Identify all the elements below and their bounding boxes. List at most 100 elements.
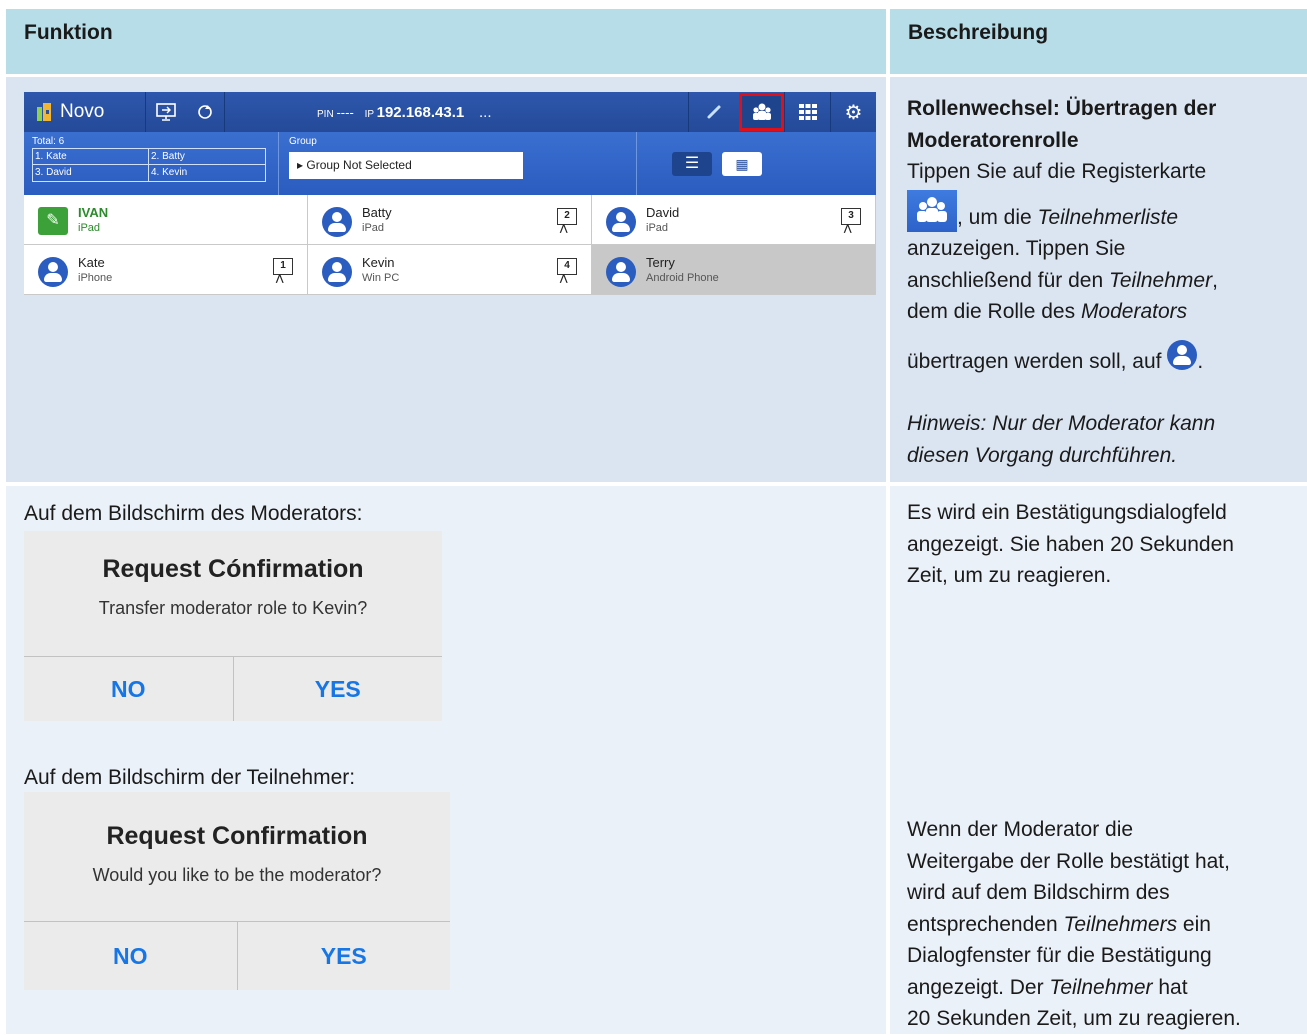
participant-device: Win PC [362, 272, 400, 284]
participant-name: Kevin [362, 255, 395, 270]
dialog-title: Request Confirmation [106, 822, 368, 850]
row1-text: dem die Rolle des [907, 300, 1081, 323]
column-header-function-label: Funktion [24, 21, 113, 44]
description-italic: Teilnehmers [1063, 912, 1178, 936]
participant-tile[interactable]: David iPad 3 [592, 195, 876, 245]
gear-icon[interactable]: ⚙ [831, 100, 876, 125]
participant-device: iPhone [78, 272, 113, 284]
dialog-title: Request Cónfirmation [102, 555, 364, 583]
session-panel: Total: 6 1. Kate 2. Batty 3. David 4. Ke… [24, 132, 876, 195]
avatar-icon[interactable] [322, 207, 352, 237]
roster-entry: 1. Kate [35, 151, 67, 162]
avatar-icon[interactable] [38, 257, 68, 287]
refresh-icon[interactable] [186, 103, 224, 121]
participant-device: iPad [362, 222, 385, 234]
projector-slot-icon[interactable]: 1 [273, 258, 293, 283]
row1-text-line: , um die Teilnehmerliste [907, 189, 1302, 234]
avatar-icon[interactable] [606, 207, 636, 237]
row1-italic: Teilnehmerliste [1037, 205, 1179, 229]
ip-value: 192.168.43.1 [376, 103, 465, 121]
participant-tile[interactable]: Kate iPhone 1 [24, 245, 308, 295]
pin-value: ---- [336, 104, 354, 120]
group-select-value: Group Not Selected [306, 158, 412, 172]
yes-button[interactable]: YES [236, 922, 451, 990]
participant-name: Kate [78, 255, 105, 270]
description-line: angezeigt. Der Teilnehmer hat [907, 972, 1305, 1004]
group-select[interactable]: ▸ Group Not Selected [289, 152, 523, 179]
participant-tile[interactable]: Batty iPad 2 [308, 195, 592, 245]
participants-tab-icon [907, 189, 957, 232]
moderator-description: Es wird ein Bestätigungsdialogfeld angez… [907, 497, 1302, 592]
roster-entry: 4. Kevin [151, 167, 188, 178]
moderator-confirm-dialog: Request Cónfirmation Transfer moderator … [24, 531, 442, 721]
description-line: Zeit, um zu reagieren. [907, 564, 1112, 587]
more-indicator[interactable]: ... [479, 104, 492, 121]
participant-device: iPad [646, 222, 669, 234]
no-button[interactable]: NO [24, 922, 237, 990]
link-icon[interactable] [689, 103, 739, 121]
projector-slot-icon[interactable]: 3 [841, 208, 861, 233]
description-text: entsprechenden [907, 912, 1064, 936]
participants-tab-icon[interactable] [739, 93, 784, 131]
grid-view-button[interactable]: ▦ [722, 152, 762, 176]
column-header-description: Beschreibung [890, 9, 1307, 74]
participant-tile[interactable]: ✎ IVAN iPad [24, 195, 308, 245]
column-header-description-label: Beschreibung [908, 21, 1049, 44]
grid-icon[interactable] [785, 104, 830, 120]
screen-share-icon[interactable] [146, 102, 186, 122]
participant-device: iPad [78, 222, 101, 234]
description-line: angezeigt. Sie haben 20 Sekunden [907, 532, 1234, 556]
roster-entry: 3. David [35, 167, 72, 178]
row1-note-line: diesen Vorgang durchführen. [907, 443, 1178, 467]
avatar-icon[interactable] [322, 257, 352, 287]
row1-text-line: übertragen werden soll, auf . [907, 339, 1302, 378]
row1-text: , [1212, 268, 1218, 292]
row1-note-line: Hinweis: Nur der Moderator kann [907, 412, 1216, 435]
participant-tile[interactable]: Kevin Win PC 4 [308, 245, 592, 295]
participant-name: Batty [362, 205, 392, 220]
participant-name: IVAN [78, 205, 109, 220]
participant-device: Android Phone [646, 272, 719, 284]
presenter-icon: ✎ [38, 207, 68, 235]
description-line: entsprechenden Teilnehmers ein [907, 909, 1305, 941]
novo-toolbar: Novo PIN ---- IP 192.168.43.1 ... ⚙ [24, 92, 876, 132]
column-header-function: Funktion [6, 9, 886, 74]
participant-name: Terry [646, 255, 675, 270]
row1-italic: Teilnehmer [1108, 268, 1213, 292]
row1-text-line: dem die Rolle des Moderators [907, 296, 1302, 328]
description-text: ein [1177, 912, 1211, 936]
projector-slot-icon[interactable]: 2 [557, 208, 577, 233]
participant-name: David [646, 205, 680, 220]
description-line: Dialogfenster für die Bestätigung [907, 944, 1212, 967]
row1-title: Rollenwechsel: Übertragen der Moderatore… [907, 97, 1217, 152]
projector-slot-icon[interactable]: 4 [557, 258, 577, 283]
ip-label: IP [364, 108, 374, 120]
description-line: Es wird ein Bestätigungsdialogfeld [907, 501, 1227, 524]
roster-entry: 2. Batty [151, 151, 185, 162]
row1-text-line: anschließend für den Teilnehmer, [907, 265, 1302, 297]
avatar-icon [1167, 339, 1198, 370]
dialog-message: Transfer moderator role to Kevin? [98, 598, 368, 618]
description-text: hat [1152, 975, 1188, 999]
description-text: angezeigt. Der [907, 975, 1050, 999]
description-line: Weitergabe der Rolle bestätigt hat, [907, 849, 1230, 873]
no-button[interactable]: NO [24, 657, 233, 721]
row1-description: Rollenwechsel: Übertragen der Moderatore… [907, 93, 1302, 471]
row1-text-line: Tippen Sie auf die Registerkarte [907, 160, 1207, 183]
list-view-button[interactable]: ☰ [672, 152, 712, 176]
row1-text: übertragen werden soll, auf [907, 349, 1162, 373]
pin-label: PIN [317, 108, 334, 120]
group-label: Group [289, 136, 317, 147]
app-name: Novo [60, 101, 105, 122]
row1-note: Hinweis: Nur der Moderator kann diesen V… [907, 408, 1302, 471]
description-italic: Teilnehmer [1049, 975, 1153, 999]
dialog-message: Would you like to be the moderator? [92, 865, 382, 885]
description-line: 20 Sekunden Zeit, um zu reagieren. [907, 1007, 1241, 1030]
yes-button[interactable]: YES [232, 657, 443, 721]
participant-confirm-dialog: Request Confirmation Would you like to b… [24, 792, 450, 990]
participant-tile[interactable]: Terry Android Phone [592, 245, 876, 295]
moderator-caption: Auf dem Bildschirm des Moderators: [24, 502, 363, 525]
avatar-icon[interactable] [606, 257, 636, 287]
connection-info: PIN ---- IP 192.168.43.1 ... [225, 104, 688, 121]
row1-text-line: anzuzeigen. Tippen Sie [907, 237, 1126, 260]
